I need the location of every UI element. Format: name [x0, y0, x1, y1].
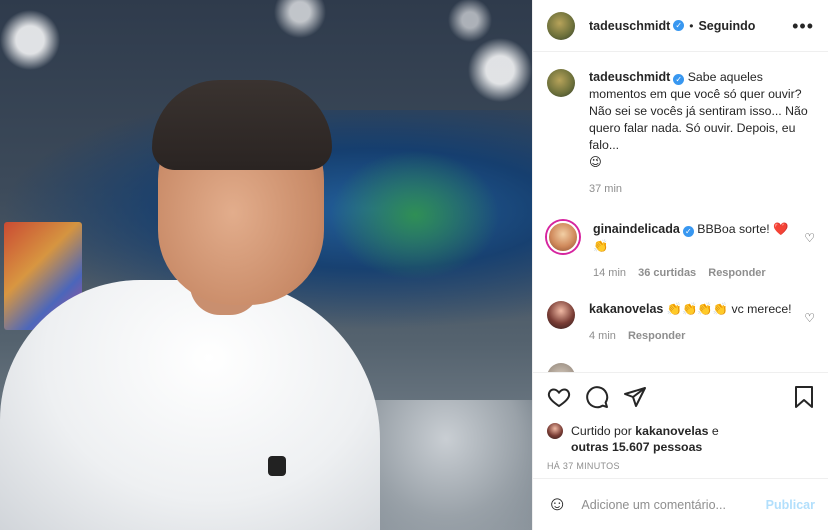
post-header: tadeuschmidt ✓ • Seguindo •••	[533, 0, 828, 52]
comment-time[interactable]: 14 min	[593, 267, 626, 279]
commenter-username[interactable]: kakanovelas	[589, 302, 663, 316]
commenter-avatar[interactable]	[547, 363, 575, 372]
comments-list[interactable]: tadeuschmidt ✓ Sabe aqueles momentos em q…	[533, 53, 828, 372]
caption-emoji: 😉	[589, 155, 602, 169]
following-button[interactable]: Seguindo	[698, 19, 755, 33]
comment-item-partial	[547, 363, 815, 372]
comment-time[interactable]: 4 min	[589, 330, 616, 342]
more-options-icon[interactable]: •••	[792, 17, 814, 35]
post-sidebar: tadeuschmidt ✓ • Seguindo ••• tadeuschmi…	[532, 0, 828, 530]
emoji-picker-icon[interactable]: ☺	[547, 493, 567, 516]
liker-avatar[interactable]	[547, 423, 563, 439]
likes-others-link[interactable]: outras 15.607 pessoas	[571, 440, 702, 454]
person-selfie	[0, 80, 400, 530]
comment-item: ginaindelicada ✓ BBBoa sorte! ❤️ 👏 14 min…	[547, 221, 815, 282]
commenter-avatar[interactable]	[547, 301, 575, 329]
comment-like-heart-icon[interactable]: ♡	[804, 311, 815, 325]
author-avatar[interactable]	[547, 11, 575, 40]
comment-text: BBBoa sorte! ❤️	[697, 222, 789, 236]
comment-icon[interactable]	[585, 385, 609, 409]
comment-like-heart-icon[interactable]: ♡	[804, 231, 815, 245]
hair	[152, 80, 332, 170]
verified-badge-icon: ✓	[673, 74, 685, 85]
post-actions: Curtido por kakanovelas e outras 15.607 …	[533, 372, 828, 471]
add-comment-bar: ☺ Adicione um comentário... Publicar	[533, 478, 828, 530]
comment-likes[interactable]: 36 curtidas	[638, 267, 696, 279]
post-timestamp[interactable]: HÁ 37 MINUTOS	[547, 461, 815, 471]
caption-time[interactable]: 37 min	[589, 183, 622, 195]
publish-button[interactable]: Publicar	[766, 498, 815, 512]
save-bookmark-icon[interactable]	[793, 385, 815, 409]
comment-item: kakanovelas 👏👏👏👏 vc merece! 4 min Respon…	[547, 301, 815, 345]
caption-avatar[interactable]	[547, 69, 575, 97]
comment-input[interactable]: Adicione um comentário...	[581, 498, 765, 512]
comment-text-line2: 👏	[593, 239, 609, 253]
caption-username[interactable]: tadeuschmidt	[589, 70, 670, 84]
verified-badge-icon: ✓	[673, 20, 685, 31]
caption: tadeuschmidt ✓ Sabe aqueles momentos em q…	[547, 69, 815, 198]
header-separator: •	[689, 18, 694, 33]
likes-summary: Curtido por kakanovelas e outras 15.607 …	[547, 423, 815, 455]
commenter-avatar[interactable]	[547, 221, 579, 253]
commenter-username[interactable]: ginaindelicada	[593, 222, 680, 236]
like-heart-icon[interactable]	[547, 385, 571, 409]
reply-button[interactable]: Responder	[708, 267, 765, 279]
post-photo[interactable]	[0, 0, 532, 530]
white-shirt	[0, 280, 380, 530]
author-username[interactable]: tadeuschmidt	[589, 19, 670, 33]
lapel-mic	[268, 456, 286, 476]
reply-button[interactable]: Responder	[628, 330, 685, 342]
liker-username[interactable]: kakanovelas	[635, 424, 708, 438]
verified-badge-icon: ✓	[682, 226, 694, 237]
comment-text: 👏👏👏👏 vc merece!	[666, 302, 792, 316]
share-direct-icon[interactable]	[623, 385, 647, 409]
